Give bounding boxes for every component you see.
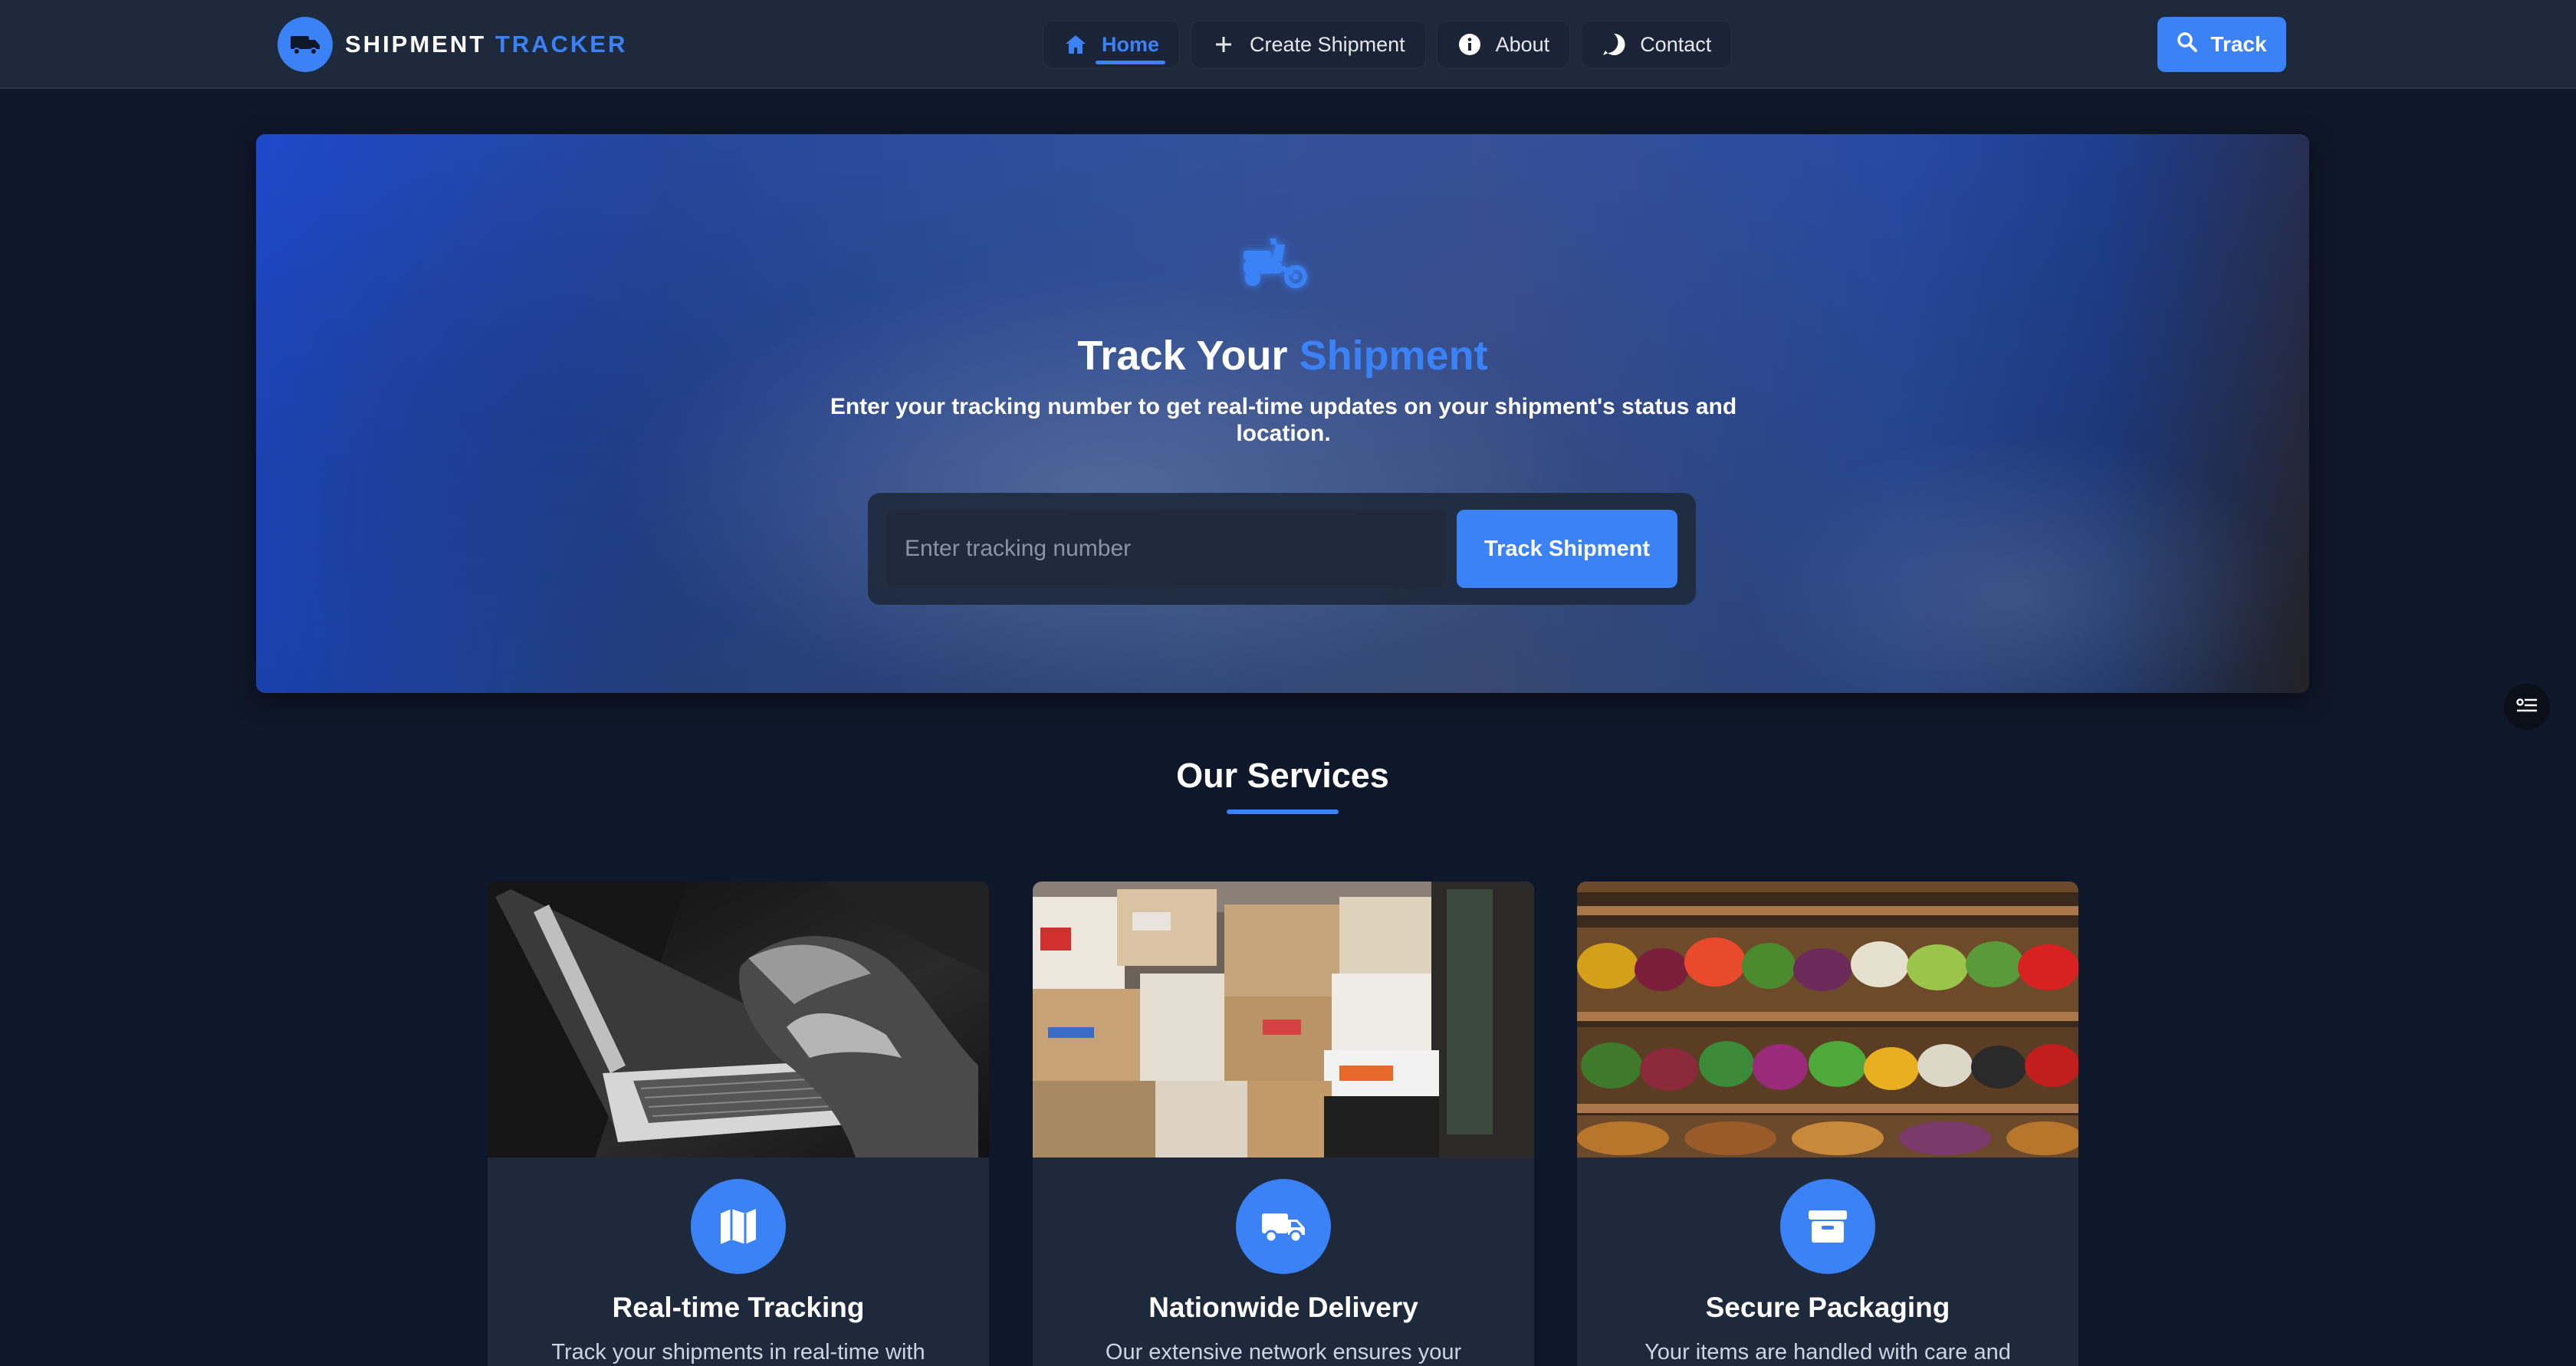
service-card-title: Secure Packaging	[1705, 1292, 1950, 1323]
laptop-typing-photo	[488, 882, 989, 1157]
nav-item-contact[interactable]: ? Contact	[1581, 21, 1733, 68]
nav-item-home[interactable]: Home	[1043, 21, 1181, 68]
truck-icon	[1236, 1179, 1331, 1274]
brand-logo-link[interactable]: SHIPMENT TRACKER	[278, 17, 627, 72]
nav-item-create-shipment[interactable]: Create Shipment	[1191, 21, 1426, 68]
track-button-label: Track	[2210, 32, 2267, 56]
hero-title: Track Your Shipment	[256, 332, 2309, 379]
nav-item-about[interactable]: About	[1436, 21, 1571, 68]
service-card-secure-packaging: Secure Packaging Your items are handled …	[1577, 882, 2078, 1366]
filter-list-icon	[2515, 696, 2538, 718]
brand-name-part1: SHIPMENT	[345, 31, 487, 57]
service-card-title: Real-time Tracking	[612, 1292, 865, 1323]
nav-item-about-label: About	[1495, 32, 1550, 56]
warehouse-boxes-photo	[1033, 882, 1534, 1157]
track-shipment-button[interactable]: Track Shipment	[1457, 510, 1677, 588]
archive-box-icon	[1780, 1179, 1875, 1274]
produce-shelves-photo	[1577, 882, 2078, 1157]
plus-icon	[1211, 32, 1236, 57]
nav-item-create-shipment-label: Create Shipment	[1250, 32, 1405, 56]
home-icon	[1063, 32, 1088, 57]
service-card-text: Our extensive network ensures your	[1105, 1340, 1462, 1364]
service-card-nationwide-delivery: Nationwide Delivery Our extensive networ…	[1033, 882, 1534, 1366]
navbar: SHIPMENT TRACKER Home Create Shipment Ab…	[0, 0, 2576, 89]
search-icon	[2177, 31, 2198, 58]
hero-banner: Track Your Shipment Enter your tracking …	[256, 134, 2309, 693]
services-heading: Our Services	[1176, 756, 1389, 795]
service-card-text: Your items are handled with care and	[1644, 1340, 2011, 1364]
track-button[interactable]: Track	[2157, 17, 2286, 72]
tracking-number-input[interactable]	[886, 510, 1446, 588]
info-icon	[1457, 32, 1482, 57]
scooter-icon	[1239, 234, 1313, 295]
service-card-realtime-tracking: Real-time Tracking Track your shipments …	[488, 882, 989, 1366]
hero-title-part1: Track Your	[1077, 333, 1288, 379]
nav-item-home-label: Home	[1095, 32, 1166, 64]
service-card-text: Track your shipments in real-time with	[551, 1340, 925, 1364]
map-icon	[691, 1179, 786, 1274]
brand-name: SHIPMENT TRACKER	[345, 31, 627, 58]
services-heading-underline	[1227, 809, 1339, 814]
hero-title-part2: Shipment	[1299, 333, 1488, 379]
truck-icon	[278, 17, 333, 72]
main-nav: Home Create Shipment About ? Contact	[1043, 21, 1733, 68]
brand-name-part2: TRACKER	[495, 31, 628, 57]
tracking-search-form: Track Shipment	[868, 493, 1696, 605]
service-card-title: Nationwide Delivery	[1148, 1292, 1418, 1323]
floating-menu-button[interactable]	[2504, 684, 2550, 730]
nav-item-contact-label: Contact	[1640, 32, 1712, 56]
question-icon: ?	[1602, 32, 1626, 57]
svg-text:?: ?	[1610, 38, 1618, 52]
hero-subtitle: Enter your tracking number to get real-t…	[830, 394, 1737, 446]
